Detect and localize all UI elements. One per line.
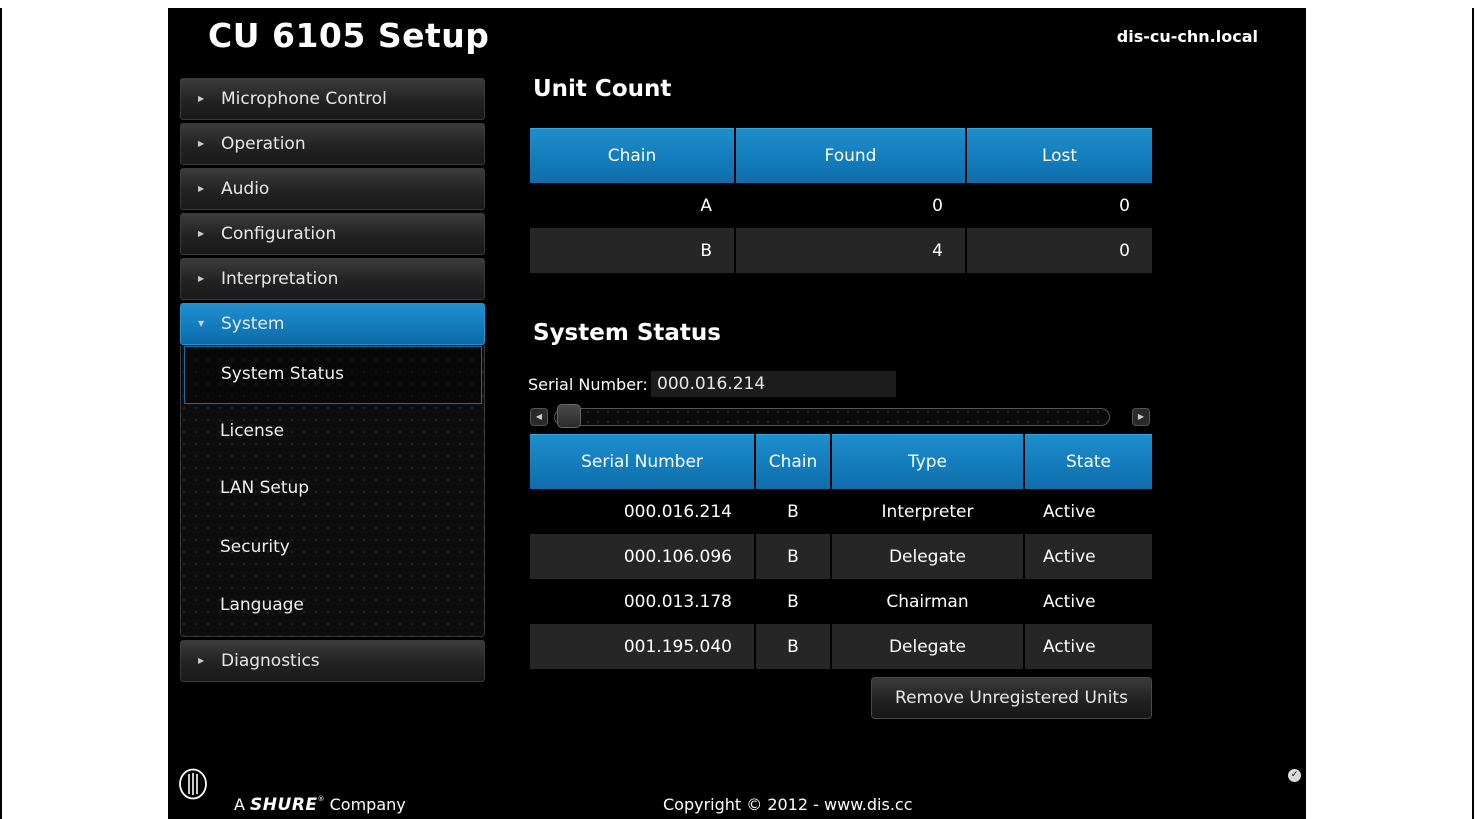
column-header-found[interactable]: Found — [736, 128, 965, 183]
chain-cell: A — [700, 195, 712, 216]
state-cell: Active — [1043, 501, 1096, 522]
table-row: B 4 0 — [530, 228, 1152, 273]
caret-right-icon: ▶ — [198, 229, 205, 238]
lost-cell: 0 — [967, 228, 1152, 273]
state-cell: Active — [1043, 591, 1096, 612]
caret-right-icon: ▶ — [198, 139, 205, 148]
state-cell: Active — [1025, 534, 1152, 579]
sidebar-item-label: Diagnostics — [221, 651, 320, 671]
serial-scrollbar-track[interactable] — [554, 408, 1110, 426]
table-row[interactable]: 001.195.040 B Delegate Active — [530, 624, 1152, 669]
left-border — [0, 8, 2, 819]
serial-number-field[interactable] — [651, 371, 896, 397]
column-header-chain[interactable]: Chain — [756, 434, 830, 489]
column-header-chain[interactable]: Chain — [530, 128, 734, 183]
sidebar-item-configuration[interactable]: ▶ Configuration — [180, 213, 485, 255]
sidebar-item-label: Audio — [221, 179, 270, 199]
serial-cell: 000.106.096 — [530, 534, 754, 579]
column-header-state[interactable]: State — [1025, 434, 1152, 489]
caret-right-icon: ▶ — [198, 274, 205, 283]
remove-unregistered-units-button[interactable]: Remove Unregistered Units — [871, 677, 1152, 719]
table-row: A 0 0 — [530, 183, 1152, 228]
sidebar-item-label: Microphone Control — [221, 89, 387, 109]
table-row[interactable]: 000.106.096 B Delegate Active — [530, 534, 1152, 579]
sidebar-item-label: System — [221, 314, 285, 334]
chain-cell: B — [787, 591, 799, 612]
state-cell: Active — [1025, 624, 1152, 669]
system-status-title: System Status — [533, 320, 721, 346]
serial-cell: 000.016.214 — [623, 501, 732, 522]
lost-cell: 0 — [1119, 195, 1130, 216]
table-row[interactable]: 000.016.214 B Interpreter Active — [530, 489, 1152, 534]
serial-cell: 001.195.040 — [530, 624, 754, 669]
sidebar-item-audio[interactable]: ▶ Audio — [180, 168, 485, 210]
type-cell: Interpreter — [881, 501, 974, 522]
column-header-serial-number[interactable]: Serial Number — [530, 434, 754, 489]
chain-cell: B — [530, 228, 734, 273]
system-status-table: Serial Number Chain Type State 000.016.2… — [528, 434, 1154, 669]
chain-cell: B — [756, 624, 830, 669]
page-title: CU 6105 Setup — [208, 16, 490, 55]
scroll-right-button[interactable]: ▶ — [1132, 408, 1150, 426]
column-header-lost[interactable]: Lost — [967, 128, 1152, 183]
chain-cell: B — [756, 534, 830, 579]
submenu-item-license[interactable]: License — [181, 404, 484, 462]
sidebar-nav: ▶ Microphone Control ▶ Operation ▶ Audio… — [180, 78, 485, 685]
company-prefix: A — [234, 795, 245, 814]
caret-right-icon: ▶ — [198, 656, 205, 665]
submenu-item-security[interactable]: Security — [181, 520, 484, 578]
caret-right-icon: ▶ — [198, 94, 205, 103]
sidebar-item-system[interactable]: ▼ System — [180, 303, 485, 345]
chain-cell: B — [787, 501, 799, 522]
table-row[interactable]: 000.013.178 B Chairman Active — [530, 579, 1152, 624]
check-icon[interactable]: ✓ — [1288, 769, 1301, 782]
type-cell: Delegate — [832, 534, 1023, 579]
caret-right-icon: ▶ — [198, 184, 205, 193]
system-submenu: System Status License LAN Setup Security… — [180, 345, 485, 637]
serial-cell: 000.013.178 — [623, 591, 732, 612]
scroll-left-button[interactable]: ◀ — [530, 408, 548, 426]
type-cell: Delegate — [832, 624, 1023, 669]
sidebar-item-diagnostics[interactable]: ▶ Diagnostics — [180, 640, 485, 682]
company-suffix: Company — [329, 795, 406, 814]
submenu-item-language[interactable]: Language — [181, 578, 484, 636]
unit-count-title: Unit Count — [533, 76, 672, 102]
copyright-text: Copyright © 2012 - www.dis.cc — [663, 795, 913, 814]
dis-logo-icon — [179, 768, 207, 800]
sidebar-item-label: Interpretation — [221, 269, 339, 289]
submenu-item-lan-setup[interactable]: LAN Setup — [181, 461, 484, 519]
found-cell: 4 — [736, 228, 965, 273]
type-cell: Chairman — [886, 591, 969, 612]
scroll-left-icon: ◀ — [535, 412, 543, 421]
sidebar-item-microphone-control[interactable]: ▶ Microphone Control — [180, 78, 485, 120]
hostname-label: dis-cu-chn.local — [1116, 27, 1258, 46]
unit-count-table: Chain Found Lost A 0 0 B 4 0 — [528, 128, 1154, 273]
sidebar-item-interpretation[interactable]: ▶ Interpretation — [180, 258, 485, 300]
column-header-type[interactable]: Type — [832, 434, 1023, 489]
company-credit: A SHURE® Company — [234, 795, 406, 815]
caret-down-icon: ▼ — [198, 319, 205, 328]
sidebar-item-label: Operation — [221, 134, 306, 154]
right-border — [1472, 8, 1474, 819]
shure-logo: SHURE — [250, 795, 318, 815]
sidebar-item-operation[interactable]: ▶ Operation — [180, 123, 485, 165]
found-cell: 0 — [932, 195, 943, 216]
serial-scrollbar-thumb[interactable] — [557, 404, 581, 428]
scroll-right-icon: ▶ — [1137, 412, 1145, 421]
submenu-item-system-status[interactable]: System Status — [184, 346, 482, 404]
sidebar-item-label: Configuration — [221, 224, 337, 244]
serial-number-label: Serial Number: — [528, 375, 648, 394]
app-window: CU 6105 Setup dis-cu-chn.local ▶ Microph… — [168, 8, 1306, 819]
